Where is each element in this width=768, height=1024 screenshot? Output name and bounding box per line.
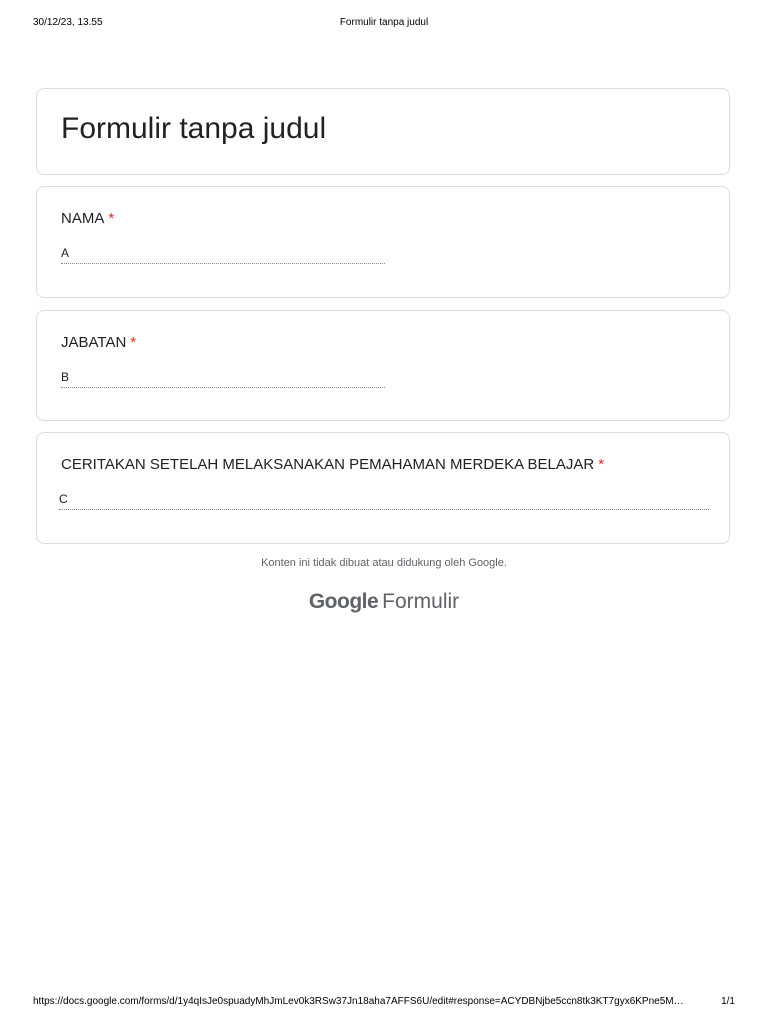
brand-google: Google (308, 590, 379, 613)
required-asterisk: * (130, 334, 137, 351)
print-page-title: Formulir tanpa judul (339, 17, 429, 28)
question-text: CERITAKAN SETELAH MELAKSANAKAN PEMAHAMAN… (61, 456, 595, 473)
question-card-cerita: CERITAKAN SETELAH MELAKSANAKAN PEMAHAMAN… (36, 432, 730, 544)
print-footer: https://docs.google.com/forms/d/1y4qIsJe… (33, 996, 735, 1010)
google-forms-logo[interactable]: Google Formulir (0, 590, 768, 614)
print-url: https://docs.google.com/forms/d/1y4qIsJe… (33, 996, 684, 1007)
print-header: 30/12/23, 13.55 Formulir tanpa judul (33, 17, 735, 31)
question-label: CERITAKAN SETELAH MELAKSANAKAN PEMAHAMAN… (61, 456, 604, 473)
question-text: JABATAN (61, 334, 127, 351)
required-asterisk: * (598, 456, 605, 473)
brand-product: Formulir (382, 590, 460, 613)
answer-field-jabatan[interactable]: B (61, 370, 385, 388)
form-title: Formulir tanpa judul (61, 112, 327, 145)
question-card-jabatan: JABATAN * B (36, 310, 730, 421)
print-page-number: 1/1 (721, 996, 735, 1007)
answer-field-nama[interactable]: A (61, 246, 385, 264)
question-text: NAMA (61, 210, 105, 227)
answer-field-cerita[interactable]: C (59, 492, 709, 510)
form-title-card: Formulir tanpa judul (36, 88, 730, 175)
required-asterisk: * (108, 210, 115, 227)
disclaimer-text: Konten ini tidak dibuat atau didukung ol… (261, 557, 507, 569)
question-card-nama: NAMA * A (36, 186, 730, 298)
question-label: JABATAN * (61, 334, 136, 351)
question-label: NAMA * (61, 210, 114, 227)
